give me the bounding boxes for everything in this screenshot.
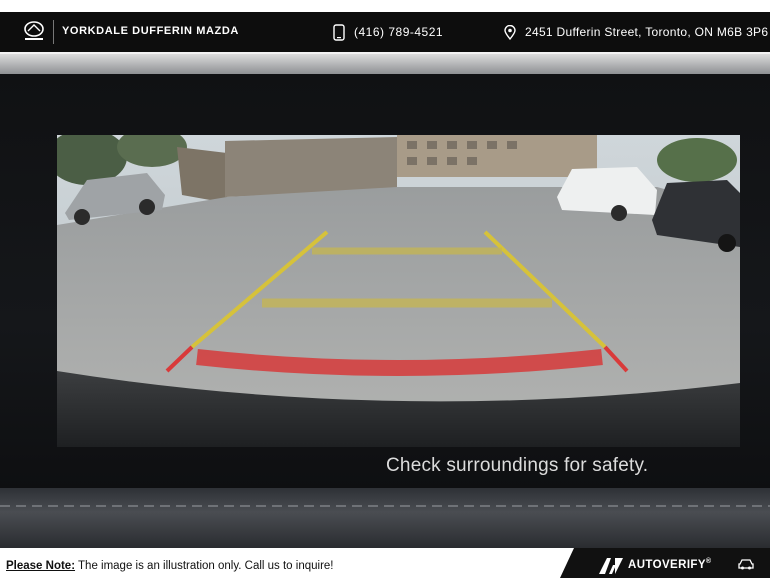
autoverify-logo-icon (599, 558, 623, 574)
safety-message: Check surroundings for safety. (386, 455, 649, 476)
autoverify-label: AUTOVERIFY® (628, 558, 711, 571)
phone-number-link[interactable]: (416) 789-4521 (354, 25, 443, 39)
mazda-logo-icon[interactable] (20, 20, 48, 42)
disclaimer-text: Please Note: The image is an illustratio… (6, 560, 333, 572)
address-link[interactable]: 2451 Dufferin Street, Toronto, ON M6B 3P… (525, 25, 768, 39)
disclaimer-label: Please Note: (6, 560, 76, 572)
location-pin-icon[interactable] (504, 25, 516, 40)
dash-top-trim (0, 54, 770, 74)
trim-stitching (0, 505, 770, 507)
rear-camera-view (57, 135, 740, 447)
header-divider (53, 20, 54, 44)
disclaimer-body: The image is an illustration only. Call … (75, 560, 334, 572)
autoverify-badge-slant (560, 548, 574, 578)
phone-icon[interactable] (333, 24, 345, 41)
autoverify-trademark: ® (705, 558, 712, 565)
dealer-name[interactable]: YORKDALE DUFFERIN MAZDA (62, 25, 239, 37)
car-icon (738, 559, 754, 570)
autoverify-brand: AUTOVERIFY (628, 558, 706, 571)
dashboard-trim (0, 488, 770, 548)
dealer-header: YORKDALE DUFFERIN MAZDA (416) 789-4521 2… (0, 0, 770, 54)
